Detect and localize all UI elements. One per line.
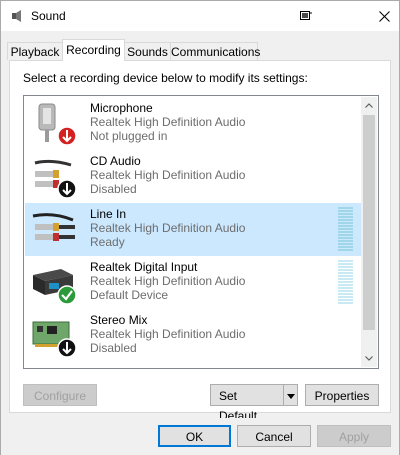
tab-playback[interactable]: Playback bbox=[7, 42, 63, 60]
line-in-cable-icon bbox=[32, 213, 75, 241]
scroll-up-arrow-icon[interactable] bbox=[361, 97, 377, 114]
tab-sounds[interactable]: Sounds bbox=[124, 42, 171, 60]
device-name: CD Audio bbox=[90, 154, 141, 168]
device-name: Stereo Mix bbox=[90, 313, 148, 327]
tab-strip: Playback Recording Sounds Communications bbox=[1, 39, 399, 61]
list-item-stereo-mix[interactable]: Stereo Mix Realtek High Definition Audio… bbox=[25, 309, 362, 362]
apply-button[interactable]: Apply bbox=[317, 425, 391, 447]
device-name: Line In bbox=[90, 207, 127, 221]
ok-button[interactable]: OK bbox=[158, 425, 231, 447]
device-status: Not plugged in bbox=[90, 129, 168, 143]
tab-communications[interactable]: Communications bbox=[170, 42, 260, 60]
list-item-line-in[interactable]: Line In Realtek High Definition Audio Re… bbox=[25, 203, 362, 256]
microphone-icon bbox=[38, 103, 77, 146]
properties-button[interactable]: Properties bbox=[305, 384, 379, 406]
chevron-down-icon bbox=[286, 394, 295, 399]
device-name: Microphone bbox=[90, 101, 153, 115]
instruction-text: Select a recording device below to modif… bbox=[23, 71, 308, 85]
device-name: Realtek Digital Input bbox=[90, 260, 198, 274]
set-default-button[interactable]: Set Default bbox=[210, 384, 284, 423]
tab-recording[interactable]: Recording bbox=[62, 39, 125, 61]
device-description: Realtek High Definition Audio bbox=[90, 221, 246, 235]
rca-cable-icon bbox=[34, 159, 77, 199]
sound-dialog: Sound Playback Recording Sounds Communic… bbox=[0, 0, 400, 455]
device-status: Default Device bbox=[90, 288, 169, 302]
digital-input-icon bbox=[33, 269, 77, 305]
sound-card-icon bbox=[32, 321, 77, 358]
device-status: Disabled bbox=[90, 182, 137, 196]
device-description: Realtek High Definition Audio bbox=[90, 168, 246, 182]
window-title: Sound bbox=[31, 9, 66, 23]
device-description: Realtek High Definition Audio bbox=[90, 115, 246, 129]
device-description: Realtek High Definition Audio bbox=[90, 274, 246, 288]
scroll-down-arrow-icon[interactable] bbox=[361, 350, 377, 367]
scrollbar-thumb[interactable] bbox=[363, 115, 375, 330]
speaker-icon bbox=[12, 10, 21, 22]
device-description: Realtek High Definition Audio bbox=[90, 327, 246, 341]
close-icon[interactable] bbox=[369, 1, 399, 31]
list-item-digital-input[interactable]: Realtek Digital Input Realtek High Defin… bbox=[25, 256, 362, 309]
device-status: Disabled bbox=[90, 341, 137, 355]
device-status: Ready bbox=[90, 235, 125, 249]
cancel-button[interactable]: Cancel bbox=[237, 425, 311, 447]
vertical-scrollbar[interactable] bbox=[361, 97, 377, 367]
level-meter bbox=[338, 260, 353, 306]
device-list[interactable]: Microphone Realtek High Definition Audio… bbox=[23, 95, 379, 369]
set-default-dropdown[interactable] bbox=[283, 384, 298, 406]
level-meter bbox=[338, 207, 353, 253]
list-item-microphone[interactable]: Microphone Realtek High Definition Audio… bbox=[25, 97, 362, 150]
configure-button[interactable]: Configure bbox=[23, 384, 97, 406]
list-item-cd-audio[interactable]: CD Audio Realtek High Definition Audio D… bbox=[25, 150, 362, 203]
window-restore-icon[interactable] bbox=[291, 1, 321, 31]
title-bar: Sound bbox=[1, 1, 399, 31]
